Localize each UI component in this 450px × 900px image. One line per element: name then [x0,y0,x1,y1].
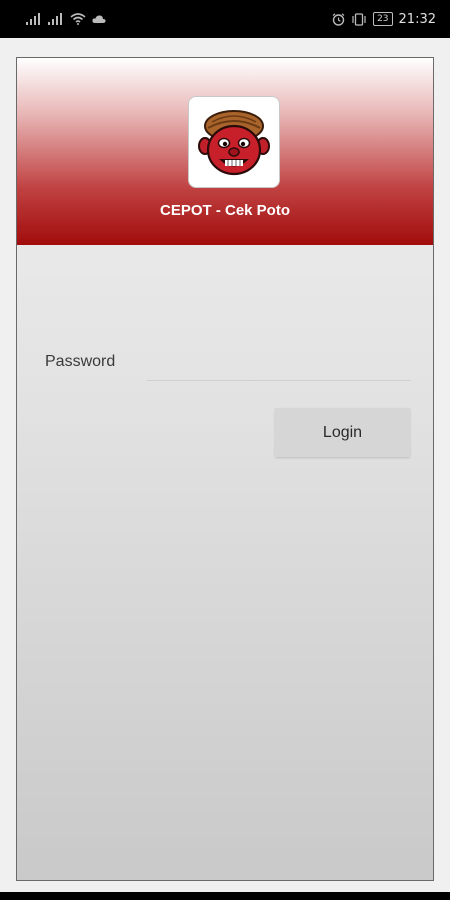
status-time: 21:32 [398,11,436,27]
status-bar: 23 21:32 [0,0,450,38]
cepot-character-logo [198,110,270,176]
password-field[interactable] [147,350,411,381]
login-button[interactable]: Login [275,408,410,457]
signal-icon [48,13,64,25]
app-title: CEPOT - Cek Poto [159,202,290,219]
alarm-icon [332,12,345,26]
vibrate-icon [351,12,367,26]
signal-icon [26,13,42,25]
password-label: Password [45,353,116,370]
status-bar-left [26,13,106,25]
app-logo [188,96,280,188]
login-card: CEPOT - Cek Poto Password Login [16,57,434,881]
status-bar-right: 23 21:32 [332,12,436,27]
bottom-system-strip [0,892,450,900]
header-banner: CEPOT - Cek Poto [17,58,433,245]
wifi-icon [70,13,86,25]
cloud-icon [92,14,106,24]
battery-icon: 23 [373,12,393,26]
